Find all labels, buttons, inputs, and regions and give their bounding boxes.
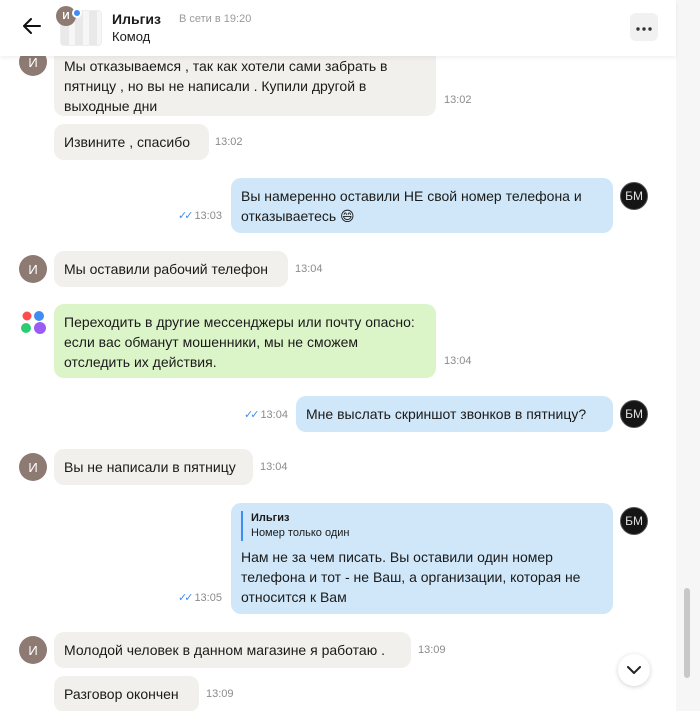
message-time: 13:04 [295, 263, 323, 275]
avatar-initials: БМ [625, 514, 643, 528]
message-text: Молодой человек в данном магазине я рабо… [64, 642, 385, 658]
outgoing-message[interactable]: Ильгиз Номер только один Нам не за чем п… [231, 503, 613, 614]
message-text: Разговор окончен [64, 686, 179, 702]
avatar-initial: И [28, 261, 38, 277]
message-time: 13:09 [206, 688, 234, 700]
listing-avatar[interactable]: И [56, 6, 104, 46]
read-ticks-icon: ✓✓ [178, 592, 194, 604]
arrow-left-icon [23, 17, 41, 39]
more-dots-icon [636, 18, 652, 36]
message-text: Извините , спасибо [64, 134, 190, 150]
scrollbar[interactable] [676, 0, 700, 711]
avatar-initial: И [28, 642, 38, 658]
reply-text: Номер только один [251, 527, 350, 539]
avatar-initials: БМ [625, 189, 643, 203]
contact-status: В сети в 19:20 [179, 13, 252, 25]
chat-header: И Ильгиз В сети в 19:20 Комод [0, 0, 676, 56]
contact-name[interactable]: Ильгиз [112, 11, 161, 27]
message-time: 13:04 [260, 461, 288, 473]
message-text: Мне выслать скриншот звонков в пятницу? [306, 406, 587, 422]
incoming-message[interactable]: Извините , спасибо [54, 124, 209, 160]
scroll-to-bottom-button[interactable] [618, 654, 650, 686]
message-text: Переходить в другие мессенджеры или почт… [64, 314, 415, 370]
user-avatar[interactable]: БМ [620, 507, 648, 535]
user-avatar[interactable]: БМ [620, 400, 648, 428]
message-time: 13:09 [418, 644, 446, 656]
user-avatar[interactable]: БМ [620, 182, 648, 210]
brand-dots-icon [18, 307, 48, 337]
outgoing-message[interactable]: Мне выслать скриншот звонков в пятницу? [296, 396, 613, 432]
reply-quote[interactable]: Ильгиз Номер только один [241, 511, 603, 541]
message-text: Вы намеренно оставили НЕ свой номер теле… [241, 188, 582, 224]
read-ticks-icon: ✓✓ [178, 210, 194, 222]
incoming-message[interactable]: Мы отказываемся , так как хотели сами за… [54, 48, 436, 116]
message-text: Мы оставили рабочий телефон [64, 261, 269, 277]
message-text: Нам не за чем писать. Вы оставили один н… [241, 549, 581, 605]
scrollbar-thumb[interactable] [684, 588, 690, 678]
message-time: 13:04 [444, 355, 472, 367]
incoming-message[interactable]: Разговор окончен [54, 676, 199, 711]
message-text: Вы не написали в пятницу [64, 459, 236, 475]
contact-avatar[interactable]: И [19, 453, 47, 481]
reply-author: Ильгиз [251, 512, 290, 524]
incoming-message[interactable]: Вы не написали в пятницу [54, 449, 253, 485]
message-time: ✓✓ 13:04 [244, 409, 288, 421]
online-dot-icon [72, 8, 82, 18]
contact-avatar[interactable]: И [19, 255, 47, 283]
more-button[interactable] [630, 13, 658, 41]
avatar-initial: И [28, 459, 38, 475]
message-text: Мы отказываемся , так как хотели сами за… [64, 58, 388, 114]
incoming-message[interactable]: Мы оставили рабочий телефон [54, 251, 288, 287]
message-time: 13:02 [215, 136, 243, 148]
system-warning-message: Переходить в другие мессенджеры или почт… [54, 304, 436, 378]
avatar-initial: И [28, 54, 38, 70]
chevron-down-icon [627, 661, 641, 679]
read-ticks-icon: ✓✓ [244, 409, 260, 421]
message-time: ✓✓ 13:05 [178, 592, 222, 604]
contact-avatar[interactable]: И [19, 636, 47, 664]
listing-title[interactable]: Комод [112, 29, 150, 44]
incoming-message[interactable]: Молодой человек в данном магазине я рабо… [54, 632, 411, 668]
back-button[interactable] [18, 14, 46, 42]
chat-feed: И Мы отказываемся , так как хотели сами … [0, 0, 676, 711]
message-time: 13:02 [444, 94, 472, 106]
outgoing-message[interactable]: Вы намеренно оставили НЕ свой номер теле… [231, 178, 613, 233]
message-time: ✓✓ 13:03 [178, 210, 222, 222]
avatar-initials: БМ [625, 407, 643, 421]
